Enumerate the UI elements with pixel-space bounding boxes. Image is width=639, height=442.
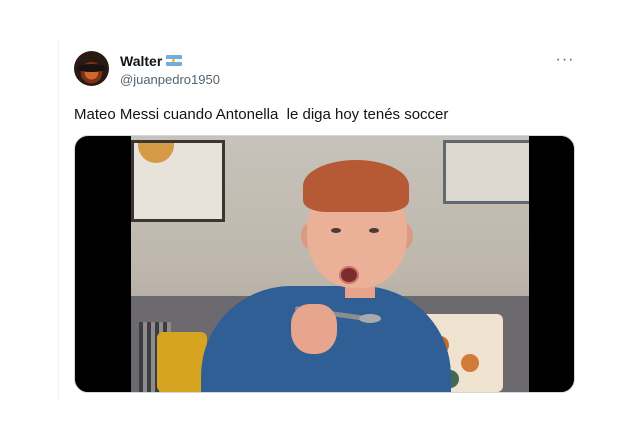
boy-hair <box>303 160 409 212</box>
author-name[interactable]: Walter <box>120 53 162 69</box>
tweet-card: Walter @juanpedro1950 ··· Mateo Messi cu… <box>0 0 639 442</box>
boy-hand <box>291 304 337 354</box>
avatar[interactable] <box>74 51 109 86</box>
thread-divider <box>58 40 59 400</box>
more-options-button[interactable]: ··· <box>552 49 578 71</box>
tweet-text: Mateo Messi cuando Antonella le diga hoy… <box>74 106 449 123</box>
author-handle[interactable]: @juanpedro1950 <box>120 72 220 87</box>
video-frame-image <box>131 136 529 392</box>
wall-picture <box>131 140 225 222</box>
argentina-flag-icon <box>166 55 182 66</box>
tweet-media[interactable] <box>74 135 575 393</box>
wall-picture <box>443 140 529 204</box>
hat-brim-icon <box>77 64 106 72</box>
